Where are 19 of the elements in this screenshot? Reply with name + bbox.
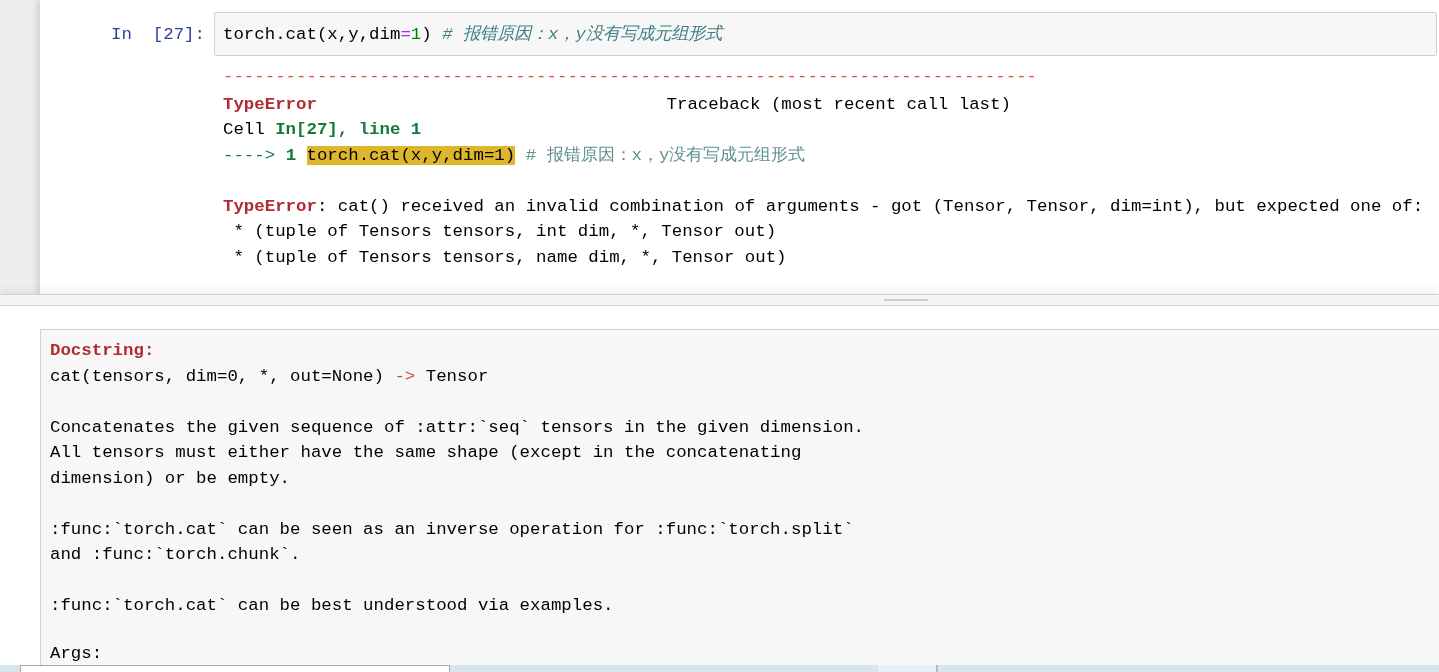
traceback-source-line: ----> 1 torch.cat(x,y,dim=1) # 报错原因：x，y没有写成元组形式	[223, 144, 806, 167]
traceback-heading: Traceback (most recent call last)	[666, 93, 1011, 116]
signature-line: * (tuple of Tensors tensors, int dim, *, Tensor out)	[232, 221, 777, 243]
bottom-bar-tab[interactable]	[20, 665, 450, 672]
docstring-paragraph: Args:	[50, 644, 103, 664]
error-type: TypeError	[223, 93, 317, 116]
bottom-bar-tab[interactable]	[878, 665, 938, 672]
docstring-signature: cat(tensors, dim=0, *, out=None) -> Tensor	[50, 365, 489, 388]
docstring-paragraph: :func:`torch.cat` can be best understood via examples.	[50, 595, 614, 617]
error-message: TypeError: cat() received an invalid combination of arguments - got (Tensor, Tensor, dim=int), but expected one of:	[223, 195, 1424, 218]
code-input[interactable]: torch.cat(x,y,dim=1) # 报错原因：x，y没有写成元组形式	[214, 12, 1437, 56]
docstring-paragraph: :func:`torch.cat` can be seen as an inverse operation for :func:`torch.split` and :func:`torch.chunk`.	[50, 518, 854, 566]
traceback-separator: ------------------------------------------------------------------------------	[223, 66, 1037, 88]
drag-handle-icon[interactable]	[884, 299, 928, 301]
signature-line: * (tuple of Tensors tensors, name dim, *, Tensor out)	[232, 246, 787, 269]
input-prompt: In [27]:	[111, 23, 205, 46]
docstring-paragraph: Concatenates the given sequence of :attr:`seq` tensors in the given dimension. All tensors must either have the same shape (except in the concatenating dimension) or be empty.	[50, 416, 864, 490]
docstring-heading: Docstring:	[50, 340, 155, 362]
traceback-location: Cell In[27], line 1	[223, 119, 422, 141]
